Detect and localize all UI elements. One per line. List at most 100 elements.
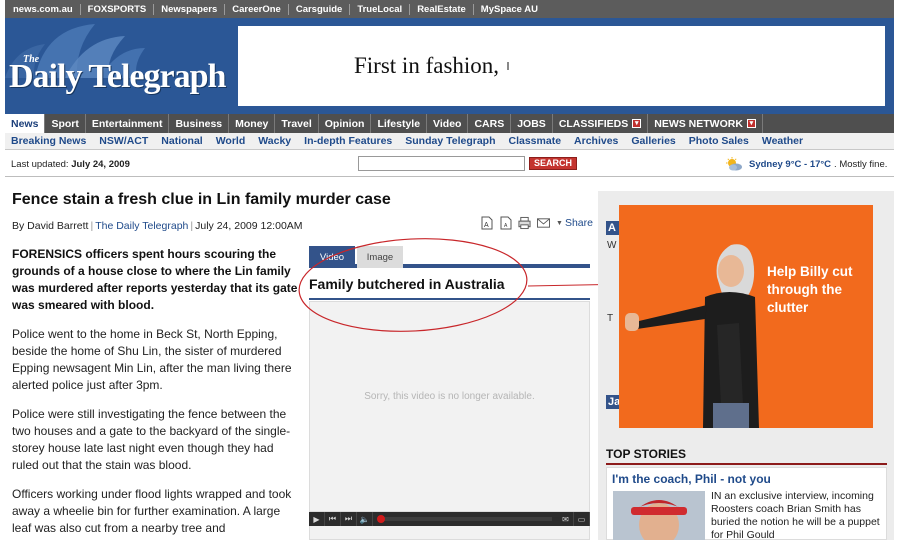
network-link[interactable]: FOXSPORTS [81, 3, 155, 15]
byline-separator: | [90, 220, 94, 232]
network-link[interactable]: news.com.au [13, 3, 81, 15]
subnav-link[interactable]: World [216, 135, 246, 147]
section-tab-label: Lifestyle [377, 117, 421, 130]
email-icon[interactable] [537, 216, 550, 230]
source-link[interactable]: The Daily Telegraph [95, 220, 188, 232]
embed-icon[interactable]: ▭ [574, 512, 590, 526]
site-logo[interactable]: The Daily Telegraph [9, 54, 226, 96]
top-story-title[interactable]: I'm the coach, Phil - not you [612, 472, 771, 486]
volume-icon[interactable]: 🔈 [357, 512, 373, 526]
byline-separator: | [190, 220, 194, 232]
subnav-link[interactable]: Photo Sales [689, 135, 749, 147]
weather-desc: . Mostly fine. [834, 158, 888, 170]
weather-widget[interactable]: Sydney 9°C - 17°C . Mostly fine. [725, 157, 887, 171]
section-tab-opinion[interactable]: Opinion [319, 114, 372, 133]
subnav-link[interactable]: Breaking News [11, 135, 86, 147]
section-tab-label: NEWS NETWORK [654, 117, 743, 130]
dropdown-icon[interactable]: ▾ [632, 119, 642, 128]
progress-track[interactable] [377, 515, 552, 523]
text-larger-icon[interactable]: A [480, 216, 493, 230]
article-paragraph: FORENSICS officers spent hours scouring … [12, 247, 298, 312]
progress-handle[interactable] [377, 515, 385, 523]
article-paragraph: Police were still investigating the fenc… [12, 407, 291, 472]
section-tab-cars[interactable]: CARS [468, 114, 512, 133]
text-smaller-icon[interactable]: A [499, 216, 512, 230]
section-tab-label: News [11, 117, 39, 130]
section-tab-classifieds[interactable]: CLASSIFIEDS ▾ [553, 114, 649, 133]
network-link[interactable]: Newspapers [154, 3, 226, 15]
logo-the: The [23, 54, 40, 65]
section-tab-travel[interactable]: Travel [275, 114, 319, 133]
section-tab-business[interactable]: Business [169, 114, 230, 133]
last-updated-label: Last updated: [11, 159, 69, 170]
section-tab-news-network[interactable]: NEWS NETWORK ▾ [648, 114, 763, 133]
author: By David Barrett [12, 220, 89, 232]
logo-name: Daily Telegraph [9, 58, 226, 95]
section-tab-label: Money [235, 117, 269, 130]
section-tab-video[interactable]: Video [427, 114, 469, 133]
section-nav: News Sport Entertainment Business Money Trave… [5, 114, 894, 133]
section-tab-label: Business [175, 117, 223, 130]
article-paragraph: Officers working under flood lights wrap… [12, 487, 292, 535]
section-tab-lifestyle[interactable]: Lifestyle [371, 114, 428, 133]
section-tab-label: Opinion [324, 117, 365, 130]
search-button[interactable]: SEARCH [529, 157, 578, 170]
article-tools: A A ▼ Share [480, 216, 593, 230]
article-headline: Fence stain a fresh clue in Lin family m… [12, 191, 391, 208]
top-story-photo[interactable] [613, 491, 705, 540]
subnav-link[interactable]: Wacky [258, 135, 291, 147]
subnav-link[interactable]: NSW/ACT [99, 135, 148, 147]
network-link[interactable]: TrueLocal [350, 3, 411, 15]
top-stories-heading: TOP STORIES [606, 447, 887, 465]
share-dropdown-icon: ▼ [556, 219, 563, 227]
share-link[interactable]: Share [565, 217, 593, 229]
skip-forward-icon[interactable]: ⏭ [341, 512, 357, 526]
subnav-link[interactable]: Sunday Telegraph [405, 135, 495, 147]
subnav-link[interactable]: Classmate [509, 135, 562, 147]
top-story-summary: IN an exclusive interview, incoming Roos… [711, 490, 880, 540]
tab-image[interactable]: Image [357, 246, 403, 268]
banner-ad[interactable]: First in fashion, [238, 26, 885, 106]
skip-back-icon[interactable]: ⏮ [325, 512, 341, 526]
section-tab-label: CLASSIFIEDS [558, 117, 629, 130]
print-icon[interactable] [518, 216, 531, 230]
last-updated: Last updated: July 24, 2009 [11, 159, 130, 170]
section-tab-sport[interactable]: Sport [45, 114, 86, 133]
share-video-icon[interactable]: ✉ [558, 512, 574, 526]
section-tab-jobs[interactable]: JOBS [511, 114, 553, 133]
media-tabs: Video Image [309, 246, 590, 268]
network-bar: news.com.au FOXSPORTS Newspapers CareerOne C… [5, 0, 894, 18]
svg-text:A: A [484, 222, 489, 229]
player-controls: ▶ ⏮ ⏭ 🔈 ✉ ▭ [309, 512, 590, 526]
weather-city: Sydney 9°C - 17°C [749, 158, 832, 170]
play-icon[interactable]: ▶ [309, 512, 325, 526]
search-input[interactable] [358, 156, 525, 171]
network-link[interactable]: RealEstate [410, 3, 474, 15]
section-tab-label: Entertainment [91, 117, 163, 130]
player-footer [309, 526, 590, 540]
utility-bar: Last updated: July 24, 2009 SEARCH Sydne… [5, 151, 894, 177]
byline: By David Barrett | The Daily Telegraph | Jul… [12, 220, 303, 232]
banner-text: First in fashion, [354, 53, 500, 78]
last-updated-date: July 24, 2009 [71, 159, 130, 170]
network-link[interactable]: MySpace AU [474, 4, 545, 15]
dropdown-icon[interactable]: ▾ [746, 119, 756, 128]
ad-copy: Help Billy cut through the clutter [767, 264, 853, 315]
section-tab-label: Video [433, 117, 462, 130]
section-tab-label: Sport [51, 117, 79, 130]
section-tab-news[interactable]: News [5, 114, 46, 133]
network-link[interactable]: CareerOne [225, 3, 289, 15]
subnav-link[interactable]: Archives [574, 135, 618, 147]
section-tab-money[interactable]: Money [229, 114, 276, 133]
subnav-link[interactable]: Weather [762, 135, 803, 147]
video-player[interactable]: Sorry, this video is no longer available… [309, 301, 590, 512]
network-link[interactable]: Carsguide [289, 3, 351, 15]
subnav-link[interactable]: National [161, 135, 202, 147]
banner-mark [507, 62, 510, 70]
tab-video[interactable]: Video [309, 246, 355, 268]
subnav-link[interactable]: In-depth Features [304, 135, 392, 147]
subnav-link[interactable]: Galleries [631, 135, 675, 147]
masthead: The Daily Telegraph First in fashion, [5, 18, 894, 114]
section-tab-entertainment[interactable]: Entertainment [86, 114, 170, 133]
sidebar-ad[interactable]: Help Billy cut through the clutter [619, 205, 873, 428]
